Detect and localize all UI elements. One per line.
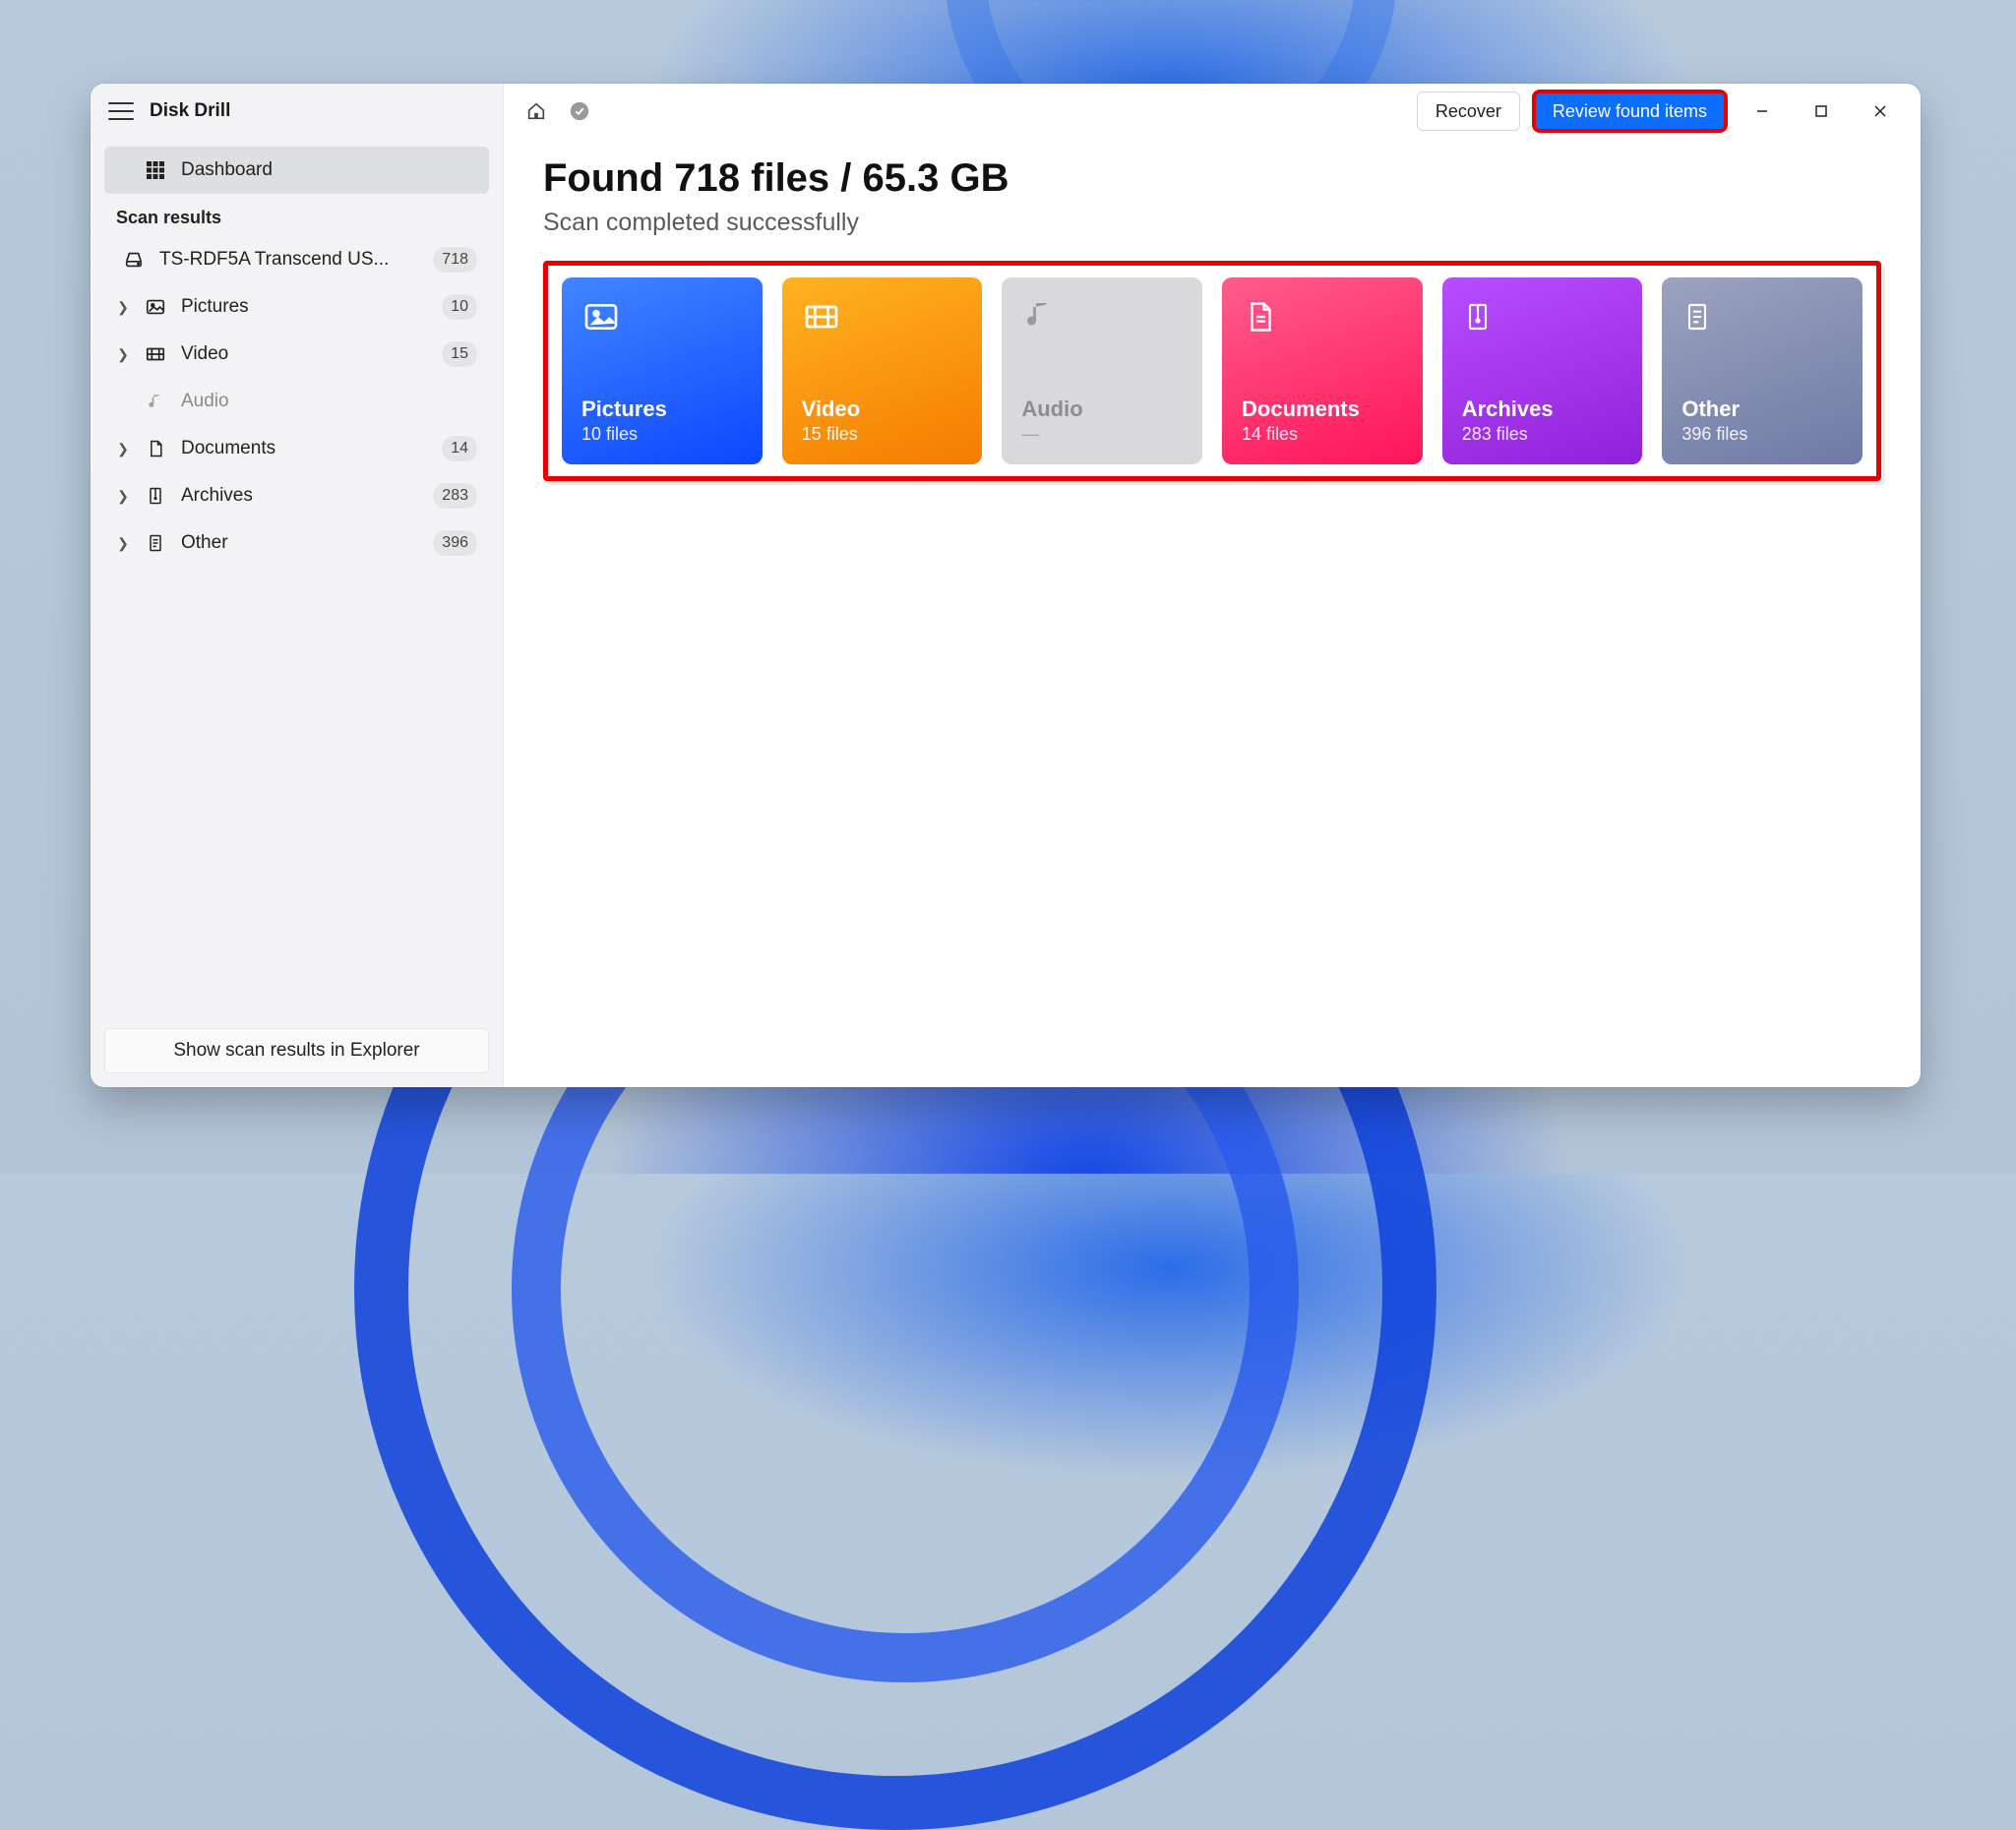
page-title: Found 718 files / 65.3 GB bbox=[543, 156, 1881, 201]
picture-icon bbox=[581, 297, 621, 336]
home-icon[interactable] bbox=[521, 96, 551, 126]
music-note-icon bbox=[144, 390, 167, 413]
sidebar-section-scan-results: Scan results bbox=[104, 194, 489, 236]
sidebar-item-label: Other bbox=[181, 532, 419, 554]
card-subtitle: 396 files bbox=[1681, 424, 1843, 445]
card-pictures[interactable]: Pictures 10 files bbox=[562, 277, 763, 464]
sidebar-item-label: Archives bbox=[181, 485, 419, 507]
content: Found 718 files / 65.3 GB Scan completed… bbox=[504, 139, 1921, 499]
sidebar-item-label: TS-RDF5A Transcend US... bbox=[159, 249, 419, 271]
sidebar-item-video[interactable]: ❯ Video 15 bbox=[104, 331, 489, 378]
card-subtitle: 15 files bbox=[802, 424, 963, 445]
sidebar-item-dashboard[interactable]: Dashboard bbox=[104, 147, 489, 194]
window-maximize-button[interactable] bbox=[1799, 92, 1844, 131]
sidebar-header: Disk Drill bbox=[91, 84, 503, 139]
menu-icon[interactable] bbox=[108, 102, 134, 120]
card-archives[interactable]: Archives 283 files bbox=[1442, 277, 1643, 464]
grid-icon bbox=[144, 158, 167, 182]
card-other[interactable]: Other 396 files bbox=[1662, 277, 1863, 464]
file-icon bbox=[144, 531, 167, 555]
chevron-right-icon: ❯ bbox=[116, 488, 130, 505]
document-icon bbox=[1242, 297, 1281, 336]
chevron-right-icon: ❯ bbox=[116, 535, 130, 552]
app-title: Disk Drill bbox=[150, 100, 230, 122]
card-subtitle: 283 files bbox=[1462, 424, 1623, 445]
recover-button[interactable]: Recover bbox=[1417, 92, 1520, 131]
sidebar: Disk Drill Dashboard Scan results TS-RDF… bbox=[91, 84, 504, 1087]
check-circle-icon[interactable] bbox=[565, 96, 594, 126]
archive-icon bbox=[144, 484, 167, 508]
count-badge: 15 bbox=[442, 341, 477, 367]
sidebar-item-other[interactable]: ❯ Other 396 bbox=[104, 519, 489, 567]
card-video[interactable]: Video 15 files bbox=[782, 277, 983, 464]
count-badge: 283 bbox=[433, 483, 477, 509]
button-label: Review found items bbox=[1553, 101, 1707, 122]
card-title: Audio bbox=[1021, 396, 1183, 422]
video-icon bbox=[802, 297, 841, 336]
button-label: Show scan results in Explorer bbox=[173, 1040, 419, 1062]
page-subtitle: Scan completed successfully bbox=[543, 209, 1881, 237]
sidebar-item-label: Dashboard bbox=[181, 159, 477, 181]
picture-icon bbox=[144, 295, 167, 319]
card-documents[interactable]: Documents 14 files bbox=[1222, 277, 1423, 464]
sidebar-item-archives[interactable]: ❯ Archives 283 bbox=[104, 472, 489, 519]
category-cards: Pictures 10 files Video 15 files bbox=[562, 277, 1863, 464]
chevron-right-icon: ❯ bbox=[116, 299, 130, 316]
review-found-items-button[interactable]: Review found items bbox=[1534, 92, 1726, 131]
card-title: Archives bbox=[1462, 396, 1623, 422]
drive-icon bbox=[122, 248, 146, 272]
window-close-button[interactable] bbox=[1858, 92, 1903, 131]
archive-icon bbox=[1462, 297, 1501, 336]
sidebar-nav: Dashboard Scan results TS-RDF5A Transcen… bbox=[91, 139, 503, 567]
sidebar-item-audio[interactable]: Audio bbox=[104, 378, 489, 425]
file-icon bbox=[1681, 297, 1721, 336]
count-badge: 10 bbox=[442, 294, 477, 320]
card-subtitle: 14 files bbox=[1242, 424, 1403, 445]
count-badge: 14 bbox=[442, 436, 477, 461]
sidebar-item-label: Audio bbox=[181, 391, 477, 412]
card-subtitle: — bbox=[1021, 424, 1183, 445]
sidebar-item-drive[interactable]: TS-RDF5A Transcend US... 718 bbox=[104, 236, 489, 283]
count-badge: 396 bbox=[433, 530, 477, 556]
category-cards-highlight: Pictures 10 files Video 15 files bbox=[543, 261, 1881, 481]
chevron-right-icon: ❯ bbox=[116, 346, 130, 363]
card-audio[interactable]: Audio — bbox=[1002, 277, 1202, 464]
sidebar-item-pictures[interactable]: ❯ Pictures 10 bbox=[104, 283, 489, 331]
card-title: Documents bbox=[1242, 396, 1403, 422]
card-title: Other bbox=[1681, 396, 1843, 422]
sidebar-item-label: Pictures bbox=[181, 296, 428, 318]
document-icon bbox=[144, 437, 167, 460]
count-badge: 718 bbox=[433, 247, 477, 273]
video-icon bbox=[144, 342, 167, 366]
show-in-explorer-button[interactable]: Show scan results in Explorer bbox=[104, 1028, 489, 1073]
sidebar-item-label: Documents bbox=[181, 438, 428, 459]
main-panel: Recover Review found items Found 718 fil… bbox=[504, 84, 1921, 1087]
card-subtitle: 10 files bbox=[581, 424, 743, 445]
button-label: Recover bbox=[1436, 101, 1501, 122]
card-title: Pictures bbox=[581, 396, 743, 422]
window-minimize-button[interactable] bbox=[1740, 92, 1785, 131]
music-note-icon bbox=[1021, 297, 1061, 336]
topbar: Recover Review found items bbox=[504, 84, 1921, 139]
sidebar-item-documents[interactable]: ❯ Documents 14 bbox=[104, 425, 489, 472]
chevron-right-icon: ❯ bbox=[116, 441, 130, 458]
sidebar-item-label: Video bbox=[181, 343, 428, 365]
app-window: Disk Drill Dashboard Scan results TS-RDF… bbox=[91, 84, 1921, 1087]
card-title: Video bbox=[802, 396, 963, 422]
